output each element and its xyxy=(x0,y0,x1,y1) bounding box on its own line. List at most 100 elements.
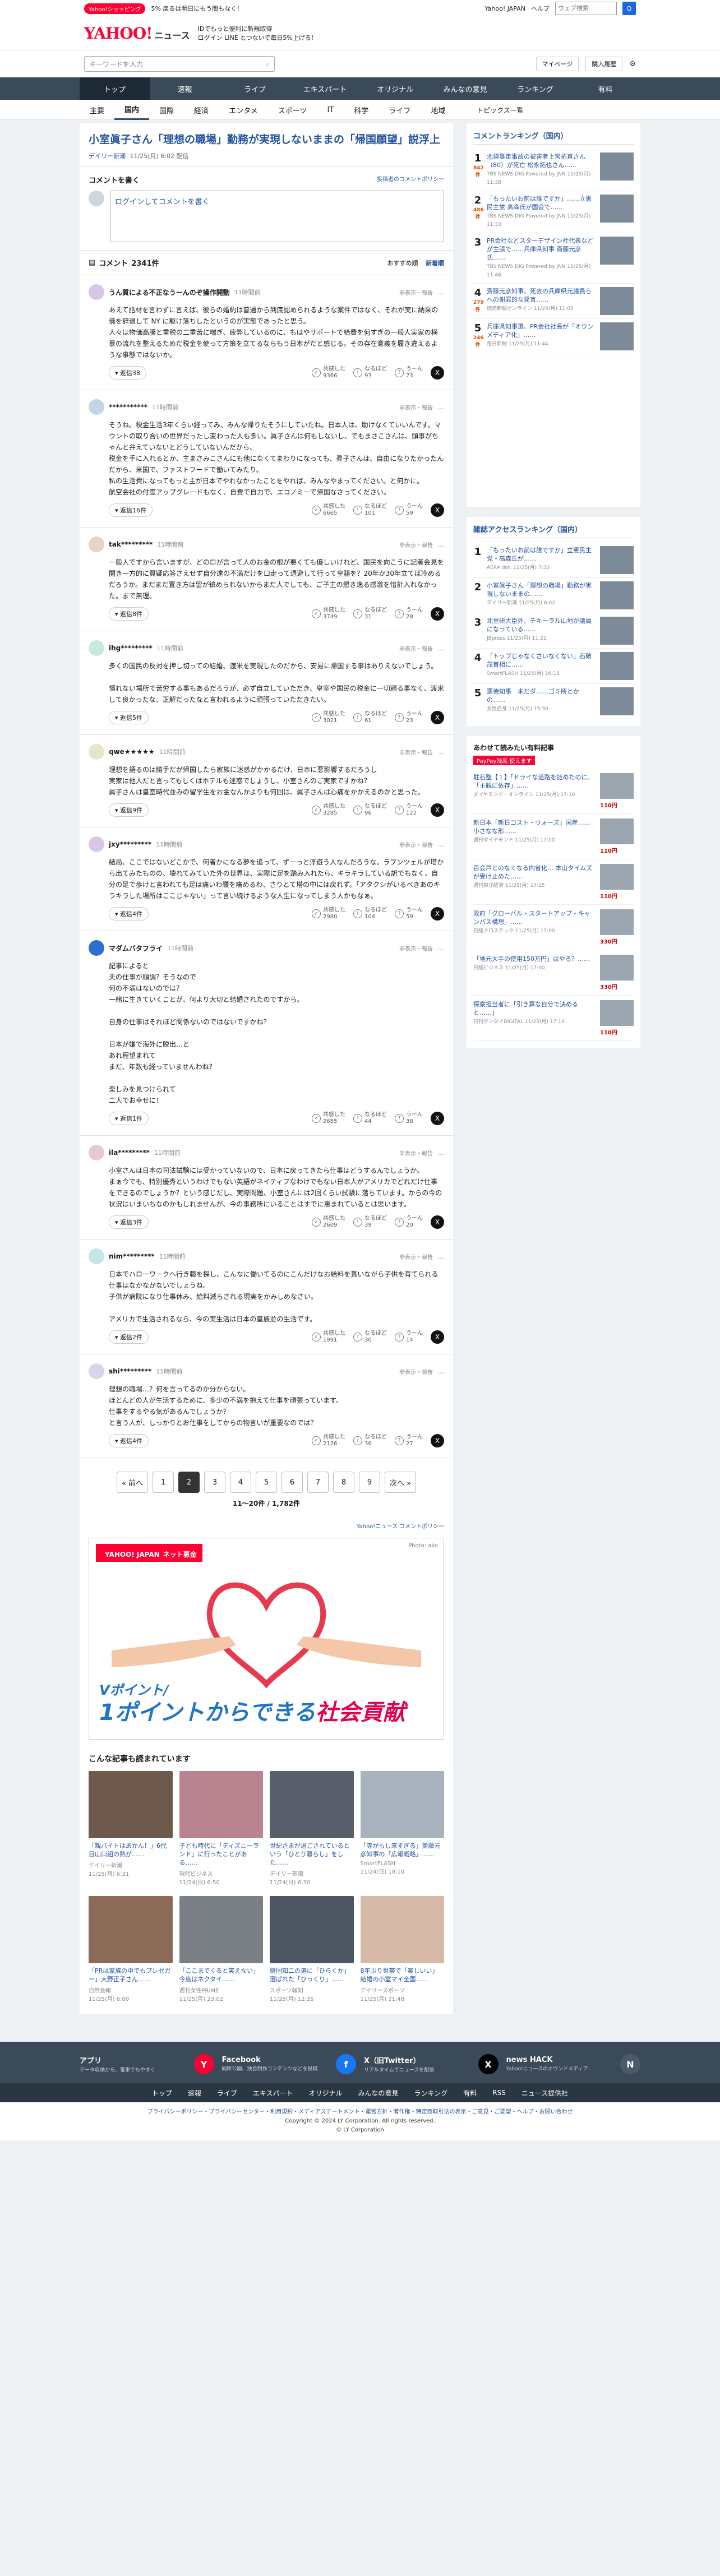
reply-button[interactable]: ▾ 返信38 xyxy=(109,366,147,380)
also-read-card[interactable]: 継国知二の選に「ひらくか」選ばれた「ひっくり」…… スポーツ報知 11/25(月) … xyxy=(270,1896,354,2002)
reaction-button[interactable]: ✓ 共感した 2980 xyxy=(312,907,345,921)
ranking-item[interactable]: 4 279件 斎藤元彦知事、死去の兵庫県元議員らへの謝罪的な発言…… 読売新聞オンライ… xyxy=(473,284,634,319)
share-x-icon[interactable]: X xyxy=(431,1112,444,1125)
reply-button[interactable]: ▾ 返信4件 xyxy=(109,907,149,921)
comment-policy-footer-link[interactable]: Yahoo!ニュース コメントポリシー xyxy=(80,1518,453,1538)
page-button[interactable]: 3 xyxy=(204,1472,225,1493)
x-icon[interactable]: X xyxy=(478,2054,499,2074)
avatar[interactable] xyxy=(89,836,104,852)
more-icon[interactable]: … xyxy=(437,540,444,548)
subnav-item[interactable]: ライフ xyxy=(379,100,421,120)
share-x-icon[interactable]: X xyxy=(431,711,444,724)
yahoo-logo[interactable]: YAHOO! ニュース xyxy=(84,24,190,43)
nav-item[interactable]: トップ xyxy=(80,77,150,100)
nav-item[interactable]: エキスパート xyxy=(290,77,360,100)
ranking-item[interactable]: 1 842件 池袋暴走事故の被害者上宮拓真さん（80）が死亡 松永拓也さん…… TBS… xyxy=(473,149,634,191)
ranking-item[interactable]: 3 PR会社などスターデザイン社代表などが主張で……兵庫県知事 斎藤元彦氏…… TB… xyxy=(473,233,634,284)
nav-item[interactable]: ライブ xyxy=(220,77,290,100)
paid-article[interactable]: 百会戸とのなくなる内省化… 本山タイムズが受け止めた…… 週刊東洋経済 11/25… xyxy=(473,859,634,905)
paid-article[interactable]: 駐石整【１】「ドライな道路を詰めたのに、「主観に依存」…… ダイヤモンド・オンライ… xyxy=(473,769,634,814)
reaction-button[interactable]: ! なるほど 96 xyxy=(353,803,387,817)
subnav-item[interactable]: IT xyxy=(317,100,344,120)
page-button[interactable]: 6 xyxy=(281,1472,303,1493)
help-link[interactable]: ヘルプ xyxy=(531,4,550,13)
hide-report-link[interactable]: 非表示・報告 xyxy=(399,840,433,849)
share-x-icon[interactable]: X xyxy=(431,607,444,621)
more-icon[interactable]: … xyxy=(437,403,444,411)
footer-nav-item[interactable]: ニュース提供社 xyxy=(521,2088,568,2098)
reaction-button[interactable]: ! なるほど 93 xyxy=(353,366,387,380)
reaction-button[interactable]: ? うーん 73 xyxy=(395,366,423,380)
also-read-card[interactable]: 8年ぶり世帯で「楽しいい」結婚の小室マイ全国…… デイリースポーツ 11/25(月)… xyxy=(360,1896,444,2002)
avatar[interactable] xyxy=(89,537,104,552)
comment-author[interactable]: *********** xyxy=(109,403,147,411)
avatar[interactable] xyxy=(89,1363,104,1379)
share-x-icon[interactable]: X xyxy=(431,503,444,517)
reaction-button[interactable]: ✓ 共感した 1991 xyxy=(312,1330,345,1344)
reaction-button[interactable]: ✓ 共感した 3021 xyxy=(312,711,345,724)
web-search-input[interactable] xyxy=(555,2,617,15)
reaction-button[interactable]: ✓ 共感した 6665 xyxy=(312,503,345,517)
nav-item[interactable]: 速報 xyxy=(150,77,220,100)
next-page-button[interactable]: 次へ » xyxy=(385,1472,417,1493)
prev-page-button[interactable]: « 前へ xyxy=(116,1472,148,1493)
footer-col[interactable]: news HACK Yahoo!ニュースのオウンドメディア N xyxy=(506,2054,640,2074)
reaction-button[interactable]: ? うーん 28 xyxy=(395,607,423,621)
page-button[interactable]: 5 xyxy=(256,1472,277,1493)
reaction-button[interactable]: ? うーん 23 xyxy=(395,711,423,724)
reaction-button[interactable]: ? うーん 59 xyxy=(395,503,423,517)
comment-author[interactable]: ila********* xyxy=(109,1149,150,1157)
reply-button[interactable]: ▾ 返信1件 xyxy=(109,1112,149,1125)
footer-nav-item[interactable]: 速報 xyxy=(188,2088,201,2098)
comment-author[interactable]: nim********* xyxy=(109,1252,155,1260)
share-x-icon[interactable]: X xyxy=(431,366,444,380)
donation-ad-banner[interactable]: YAHOO! JAPAN ネット募金 Photo: ako Vポイント/ 1ポイン… xyxy=(89,1538,444,1740)
subnav-item[interactable]: スポーツ xyxy=(268,100,317,120)
reaction-button[interactable]: ! なるほど 39 xyxy=(353,1215,387,1229)
footer-nav-item[interactable]: オリジナル xyxy=(309,2088,343,2098)
reaction-button[interactable]: ✓ 共感した 2126 xyxy=(312,1434,345,1447)
share-x-icon[interactable]: X xyxy=(431,907,444,921)
avatar[interactable] xyxy=(89,399,104,415)
nav-item[interactable]: 有料 xyxy=(570,77,640,100)
nav-item[interactable]: オリジナル xyxy=(360,77,430,100)
page-button[interactable]: 1 xyxy=(153,1472,174,1493)
sort-recommended[interactable]: おすすめ順 xyxy=(387,260,418,267)
subnav-item[interactable]: 主要 xyxy=(80,100,114,120)
avatar[interactable] xyxy=(89,284,104,300)
footer-nav-item[interactable]: ランキング xyxy=(414,2088,448,2098)
comment-author[interactable]: ihg********* xyxy=(109,644,153,652)
more-icon[interactable]: … xyxy=(437,944,444,952)
reaction-button[interactable]: ! なるほど 36 xyxy=(353,1434,387,1447)
avatar[interactable] xyxy=(89,640,104,656)
hide-report-link[interactable]: 非表示・報告 xyxy=(399,644,433,653)
page-button[interactable]: 8 xyxy=(333,1472,354,1493)
gear-icon[interactable]: ⚙ xyxy=(629,60,636,68)
footer-nav-item[interactable]: トップ xyxy=(152,2088,172,2098)
reaction-button[interactable]: ✓ 共感した 3749 xyxy=(312,607,345,621)
also-read-card[interactable]: 「ここまでくると笑えない」今度はネクタイ…… 週刊女性PRIME 11/25(月) … xyxy=(179,1896,263,2002)
also-read-card[interactable]: 子ども時代に「ディズニーランド」に行ったことがある…… 現代ビジネス 11/24(日… xyxy=(179,1771,263,1886)
subnav-item[interactable]: 経済 xyxy=(184,100,219,120)
share-x-icon[interactable]: X xyxy=(431,1434,444,1447)
reply-button[interactable]: ▾ 返信5件 xyxy=(109,711,149,724)
also-read-card[interactable]: 「親バイトはあかん！」6代目山口組の熱が…… デイリー新潮 11/25(月) 6:3… xyxy=(89,1771,173,1886)
paid-article[interactable]: 探察担当者に「引き算な自分で決めると……」 日刊ゲンダイDIGITAL 11/25… xyxy=(473,996,634,1041)
also-read-card[interactable]: 世紀さまが過ごされているという「ひとり暮らし」をした…… デイリー新潮 11/24(… xyxy=(270,1771,354,1886)
reaction-button[interactable]: ✓ 共感した 3285 xyxy=(312,803,345,817)
more-icon[interactable]: … xyxy=(437,1367,444,1375)
hide-report-link[interactable]: 非表示・報告 xyxy=(399,288,433,297)
comment-author[interactable]: tak********* xyxy=(109,540,153,548)
reaction-button[interactable]: ! なるほど 30 xyxy=(353,1330,387,1344)
nav-item[interactable]: ランキング xyxy=(500,77,570,100)
footer-nav-item[interactable]: みんなの意見 xyxy=(358,2088,399,2098)
subnav-item[interactable]: 国際 xyxy=(149,100,184,120)
paid-article[interactable]: 政府「グローバル・スタートアップ・キャンパス構想」…… 日経クロステック 11/2… xyxy=(473,905,634,950)
footer-col[interactable]: X（旧Twitter） リアルタイムでニュースを配信 X xyxy=(364,2054,499,2074)
reaction-button[interactable]: ! なるほど 44 xyxy=(353,1112,387,1125)
promo-text[interactable]: 5% 戻るは明日にもう間もなく！ xyxy=(151,4,243,13)
reaction-button[interactable]: ? うーん 27 xyxy=(395,1434,423,1447)
reply-button[interactable]: ▾ 返信9件 xyxy=(109,803,149,817)
topics-list-link[interactable]: トピックス一覧 xyxy=(467,100,640,120)
avatar[interactable] xyxy=(89,1145,104,1160)
